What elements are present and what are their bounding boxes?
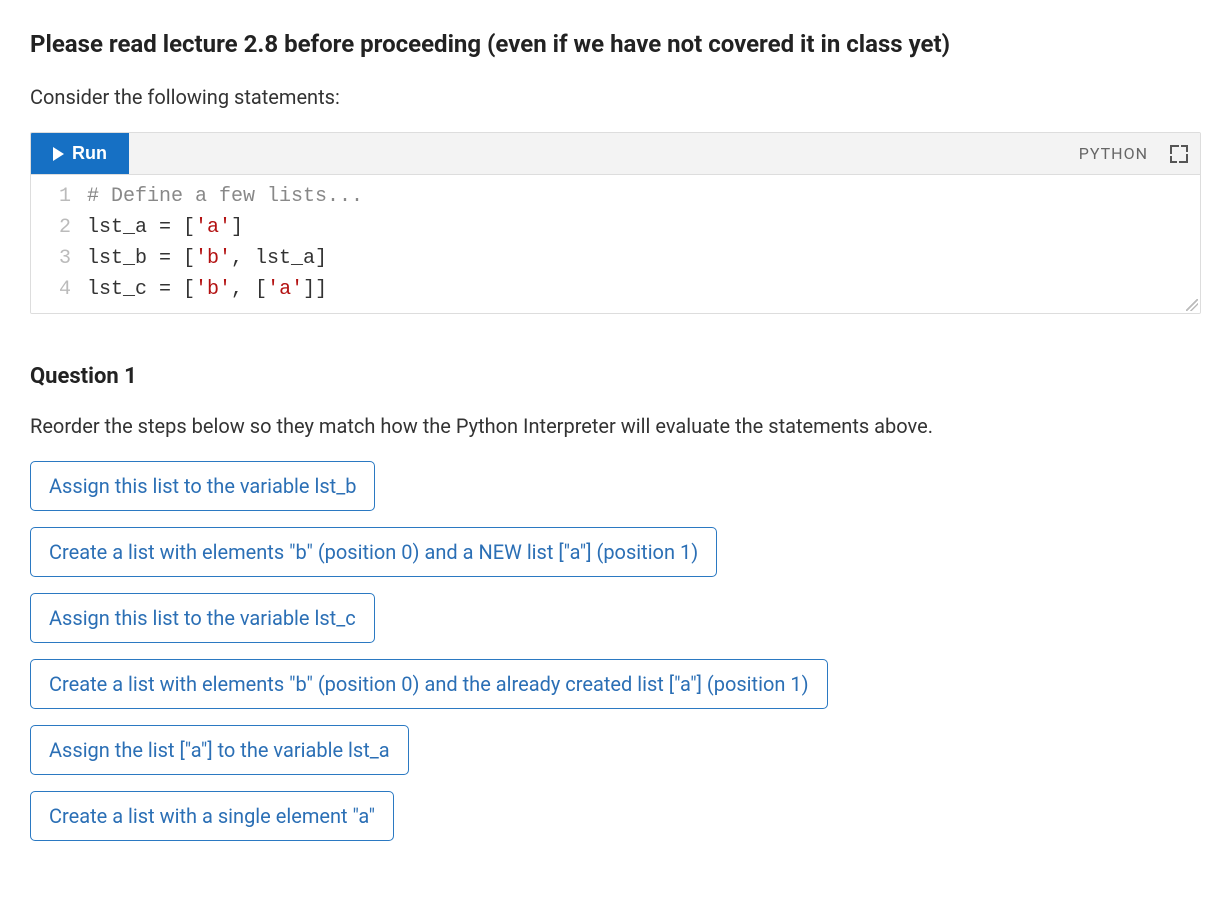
header-spacer — [129, 133, 1069, 174]
question-prompt: Reorder the steps below so they match ho… — [30, 411, 1201, 441]
run-label: Run — [72, 143, 107, 164]
reorder-item[interactable]: Assign this list to the variable lst_c — [30, 593, 375, 643]
code-block: Run PYTHON 1# Define a few lists...2lst_… — [30, 132, 1201, 314]
reorder-item[interactable]: Assign the list ["a"] to the variable ls… — [30, 725, 409, 775]
run-button[interactable]: Run — [31, 133, 129, 174]
code-content: lst_b = ['b', lst_a] — [87, 243, 327, 274]
intro-text: Consider the following statements: — [30, 82, 1201, 112]
reorder-list: Assign this list to the variable lst_b Cr… — [30, 461, 1201, 841]
code-content: lst_a = ['a'] — [87, 212, 243, 243]
code-header: Run PYTHON — [31, 133, 1200, 175]
reorder-item[interactable]: Create a list with elements "b" (positio… — [30, 527, 717, 577]
expand-icon — [1170, 145, 1188, 163]
line-number: 2 — [31, 212, 87, 243]
line-number: 4 — [31, 274, 87, 305]
reorder-item[interactable]: Create a list with a single element "a" — [30, 791, 394, 841]
code-content: # Define a few lists... — [87, 181, 363, 212]
question-title: Question 1 — [30, 364, 1201, 389]
reorder-item[interactable]: Assign this list to the variable lst_b — [30, 461, 375, 511]
code-line: 1# Define a few lists... — [31, 181, 1200, 212]
reorder-item[interactable]: Create a list with elements "b" (positio… — [30, 659, 828, 709]
code-body[interactable]: 1# Define a few lists...2lst_a = ['a']3l… — [31, 175, 1200, 313]
line-number: 3 — [31, 243, 87, 274]
resize-handle-icon[interactable] — [1186, 299, 1198, 311]
line-number: 1 — [31, 181, 87, 212]
language-label: PYTHON — [1069, 133, 1158, 174]
code-line: 4lst_c = ['b', ['a']] — [31, 274, 1200, 305]
code-content: lst_c = ['b', ['a']] — [87, 274, 327, 305]
code-line: 3lst_b = ['b', lst_a] — [31, 243, 1200, 274]
play-icon — [53, 147, 64, 161]
section-title: Please read lecture 2.8 before proceedin… — [30, 30, 1201, 58]
code-line: 2lst_a = ['a'] — [31, 212, 1200, 243]
expand-button[interactable] — [1158, 133, 1200, 174]
